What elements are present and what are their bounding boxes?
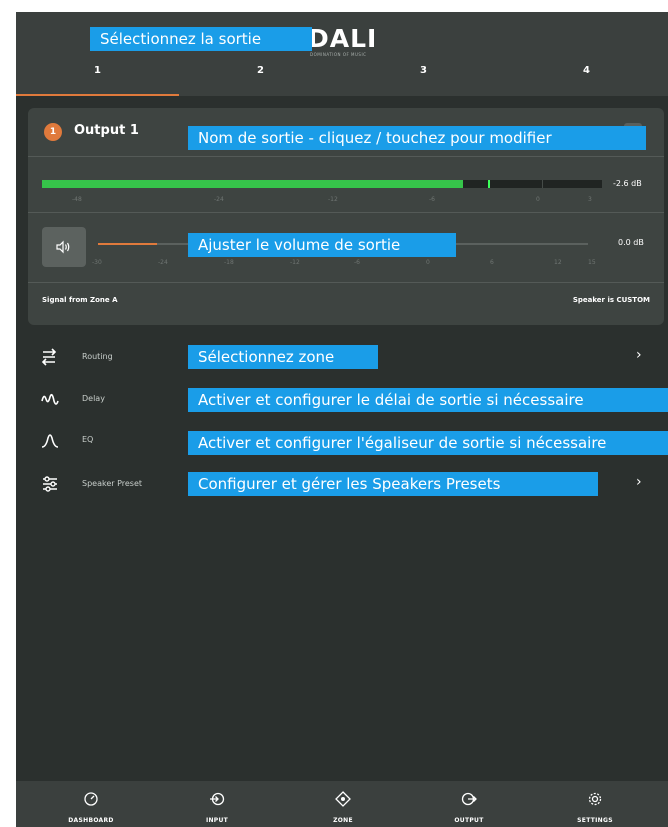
output-name[interactable]: Output 1 (74, 123, 139, 138)
bottom-nav: DASHBOARD INPUT ZONE OUTPUT SETTINGS (16, 781, 668, 827)
routing-icon (41, 348, 57, 366)
chevron-right-icon: › (636, 474, 642, 490)
divider (28, 156, 664, 157)
menu-label: Delay (82, 394, 105, 403)
app-window: DALI DOMINATION OF MUSIC 1 2 3 4 1 Outpu… (16, 12, 668, 827)
volume-fill (98, 243, 157, 245)
nav-dashboard[interactable]: DASHBOARD (26, 781, 156, 827)
speaker-preset-icon (43, 476, 57, 492)
nav-label: ZONE (333, 817, 353, 824)
chevron-right-icon: › (636, 347, 642, 363)
nav-label: DASHBOARD (68, 817, 114, 824)
volume-tick: 6 (490, 259, 494, 266)
logo-tagline: DOMINATION OF MUSIC (310, 52, 367, 57)
volume-value: 0.0 dB (618, 238, 644, 247)
dali-logo: DALI (308, 24, 378, 53)
eq-icon (41, 434, 59, 448)
callout-delay: Activer et configurer le délai de sortie… (188, 388, 668, 412)
output-number-badge: 1 (44, 123, 62, 141)
header: DALI DOMINATION OF MUSIC 1 2 3 4 (16, 12, 668, 96)
volume-tick: -18 (224, 259, 234, 266)
meter-tick: 3 (588, 196, 592, 203)
tab-output-2[interactable]: 2 (179, 62, 342, 96)
menu-label: EQ (82, 435, 94, 444)
input-icon (210, 792, 225, 806)
meter-tick: 0 (536, 196, 540, 203)
tab-output-3[interactable]: 3 (342, 62, 505, 96)
settings-icon (588, 792, 602, 806)
callout-eq: Activer et configurer l'égaliseur de sor… (188, 431, 668, 455)
nav-zone[interactable]: ZONE (278, 781, 408, 827)
nav-input[interactable]: INPUT (152, 781, 282, 827)
speaker-icon (56, 240, 70, 254)
meter-value: -2.6 dB (613, 179, 642, 188)
volume-tick: -12 (290, 259, 300, 266)
output-icon (461, 792, 477, 806)
delay-icon (41, 393, 59, 405)
callout-zone: Sélectionnez zone (188, 345, 378, 369)
callout-volume: Ajuster le volume de sortie (188, 233, 456, 257)
callout-output-name: Nom de sortie - cliquez / touchez pour m… (188, 126, 646, 150)
menu-label: Routing (82, 352, 113, 361)
volume-tick: 0 (426, 259, 430, 266)
tab-output-4[interactable]: 4 (505, 62, 668, 96)
meter-tick: -12 (328, 196, 338, 203)
zone-icon (335, 791, 351, 807)
volume-tick: 15 (588, 259, 596, 266)
speaker-status: Speaker is CUSTOM (572, 296, 650, 304)
callout-select-output: Sélectionnez la sortie (90, 27, 312, 51)
output-tabs: 1 2 3 4 (16, 62, 668, 96)
nav-settings[interactable]: SETTINGS (530, 781, 660, 827)
volume-tick: -30 (92, 259, 102, 266)
nav-label: OUTPUT (454, 817, 484, 824)
mute-button[interactable] (42, 227, 86, 267)
menu-label: Speaker Preset (82, 479, 143, 488)
nav-label: SETTINGS (577, 817, 613, 824)
volume-tick: -24 (158, 259, 168, 266)
meter-tick: -6 (429, 196, 435, 203)
meter-segment (542, 180, 543, 188)
callout-presets: Configurer et gérer les Speakers Presets (188, 472, 598, 496)
volume-tick: 12 (554, 259, 562, 266)
meter-peak (488, 180, 491, 188)
nav-label: INPUT (205, 817, 229, 824)
tab-output-1[interactable]: 1 (16, 62, 179, 96)
meter-fill (42, 180, 464, 188)
signal-source: Signal from Zone A (42, 296, 118, 304)
divider (28, 282, 664, 283)
divider (28, 212, 664, 213)
meter-tick: -48 (72, 196, 82, 203)
volume-tick: -6 (354, 259, 360, 266)
level-meter (42, 180, 602, 188)
nav-output[interactable]: OUTPUT (404, 781, 534, 827)
meter-tick: -24 (214, 196, 224, 203)
dashboard-icon (84, 792, 98, 806)
